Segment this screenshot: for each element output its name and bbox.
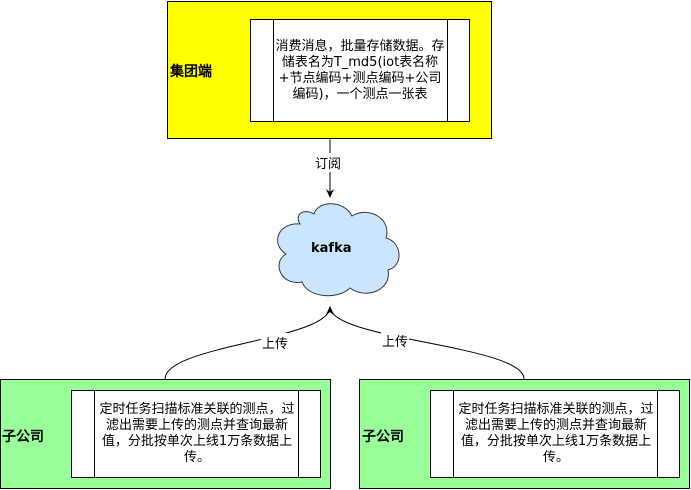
- subsidiary-right-label: 子公司: [362, 429, 404, 445]
- subscribe-label: 订阅: [314, 153, 343, 172]
- kafka-label: kafka: [311, 241, 352, 256]
- subsidiary-left-process-text: 定时任务扫描标准关联的测点，过滤出需要上传的测点并查询最新值，分批按单次上线1万…: [99, 402, 295, 465]
- subsidiary-left-process-box: 定时任务扫描标准关联的测点，过滤出需要上传的测点并查询最新值，分批按单次上线1万…: [71, 390, 321, 478]
- group-process-text: 消费消息，批量存储数据。存储表名为T_md5(iot表名称+节点编码+测点编码+…: [275, 38, 445, 102]
- group-node-label: 集团端: [170, 64, 212, 80]
- group-process-box: 消费消息，批量存储数据。存储表名为T_md5(iot表名称+节点编码+测点编码+…: [250, 19, 470, 122]
- subsidiary-right-process-box: 定时任务扫描标准关联的测点，过滤出需要上传的测点并查询最新值，分批按单次上线1万…: [430, 390, 680, 478]
- architecture-diagram: 集团端 消费消息，批量存储数据。存储表名为T_md5(iot表名称+节点编码+测…: [0, 0, 691, 490]
- upload-arrow-right: [326, 306, 525, 380]
- upload-left-label: 上传: [261, 333, 290, 352]
- upload-arrow-left: [164, 306, 334, 380]
- subsidiary-right-process-text: 定时任务扫描标准关联的测点，过滤出需要上传的测点并查询最新值，分批按单次上线1万…: [458, 402, 654, 465]
- upload-right-label: 上传: [381, 331, 410, 350]
- subsidiary-left-label: 子公司: [2, 429, 44, 445]
